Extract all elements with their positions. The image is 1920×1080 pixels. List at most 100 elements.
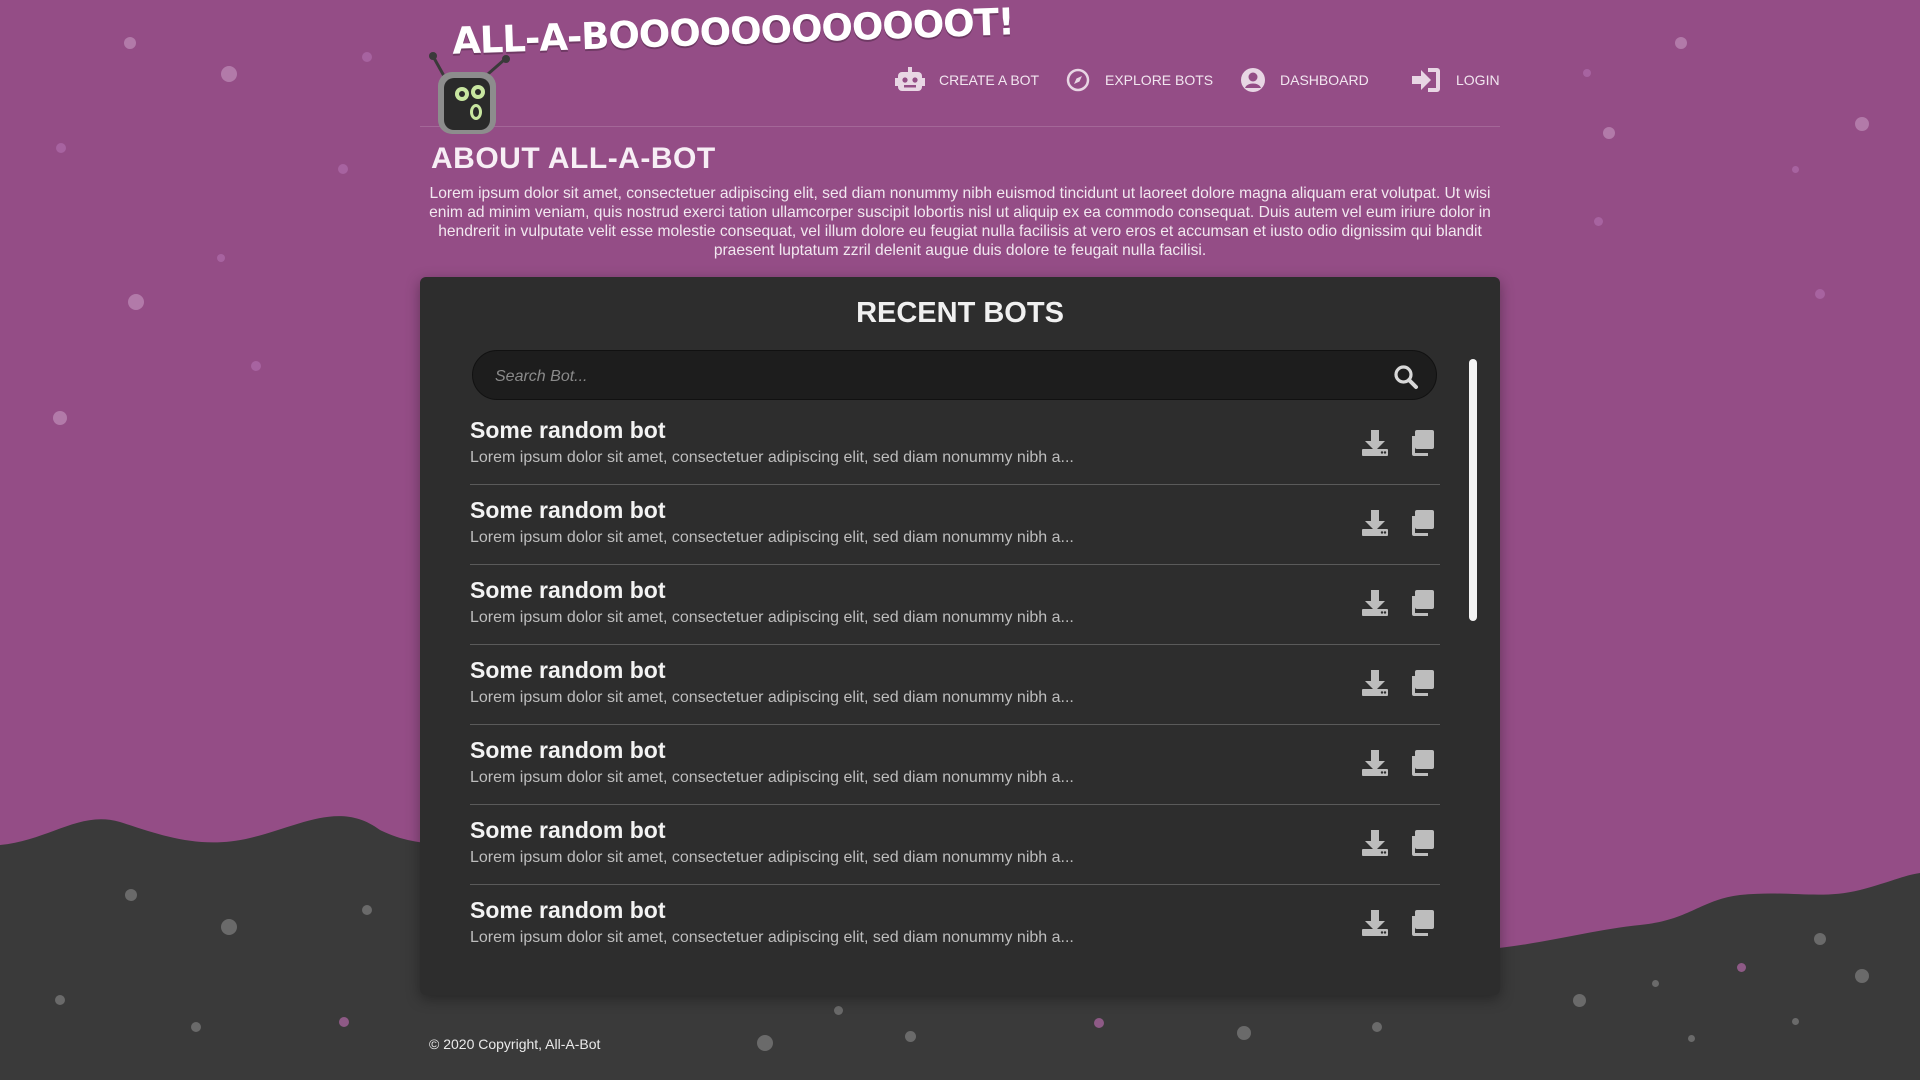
logo[interactable]: ALL-A-BOOOOOOOOOOOOT! xyxy=(420,0,1014,134)
decor-dot xyxy=(1855,117,1869,131)
download-icon xyxy=(1362,510,1388,536)
nav-login[interactable]: LOGIN xyxy=(1410,64,1500,96)
nav-explore-bots-label: EXPLORE BOTS xyxy=(1105,72,1214,88)
nav-explore-bots[interactable]: EXPLORE BOTS xyxy=(1065,64,1213,96)
decor-dot xyxy=(362,52,372,62)
decor-dot xyxy=(124,37,136,49)
decor-dot xyxy=(1573,994,1586,1007)
copy-button[interactable] xyxy=(1406,748,1438,780)
bot-name[interactable]: Some random bot xyxy=(470,817,666,844)
copy-button[interactable] xyxy=(1406,428,1438,460)
copy-button[interactable] xyxy=(1406,668,1438,700)
decor-dot xyxy=(757,1035,773,1051)
download-button[interactable] xyxy=(1360,588,1392,620)
decor-dot xyxy=(905,1031,916,1042)
compass-icon xyxy=(1066,68,1090,92)
copy-icon xyxy=(1412,910,1434,936)
robot-icon xyxy=(895,67,925,91)
bot-name[interactable]: Some random bot xyxy=(470,577,666,604)
bot-description: Lorem ipsum dolor sit amet, consectetuer… xyxy=(470,849,1074,866)
bot-name[interactable]: Some random bot xyxy=(470,497,666,524)
bot-name[interactable]: Some random bot xyxy=(470,737,666,764)
search-input[interactable] xyxy=(493,363,1377,391)
decor-dot xyxy=(1688,1035,1695,1042)
search-icon[interactable] xyxy=(1393,364,1419,390)
bot-list-item[interactable]: Some random bot Lorem ipsum dolor sit ame… xyxy=(470,725,1440,805)
nav-create-bot-label: CREATE A BOT xyxy=(939,72,1040,88)
download-icon xyxy=(1362,670,1388,696)
bot-actions xyxy=(1360,508,1440,540)
recent-bots-title: RECENT BOTS xyxy=(856,297,1064,329)
site-header: ALL-A-BOOOOOOOOOOOOT! CREATE A BOT EXPLO… xyxy=(420,0,1500,134)
bot-actions xyxy=(1360,828,1440,860)
decor-dot xyxy=(1675,37,1687,49)
sign-in-icon xyxy=(1412,68,1440,92)
about-title: ABOUT ALL-A-BOT xyxy=(431,142,716,175)
copy-button[interactable] xyxy=(1406,908,1438,940)
user-circle-icon xyxy=(1241,68,1265,92)
decor-dot xyxy=(1855,969,1869,983)
decor-dot xyxy=(221,66,237,82)
bot-description: Lorem ipsum dolor sit amet, consectetuer… xyxy=(470,529,1074,546)
scrollbar[interactable] xyxy=(1469,359,1477,902)
decor-dot xyxy=(1652,980,1659,987)
download-button[interactable] xyxy=(1360,828,1392,860)
decor-dot xyxy=(1603,127,1615,139)
download-icon xyxy=(1362,750,1388,776)
logo-text: ALL-A-BOOOOOOOOOOOOT! xyxy=(451,0,1015,63)
bot-description: Lorem ipsum dolor sit amet, consectetuer… xyxy=(470,609,1074,626)
bot-list: Some random bot Lorem ipsum dolor sit ame… xyxy=(470,405,1440,964)
decor-dot xyxy=(1792,166,1799,173)
download-icon xyxy=(1362,830,1388,856)
download-button[interactable] xyxy=(1360,668,1392,700)
download-button[interactable] xyxy=(1360,908,1392,940)
bot-description: Lorem ipsum dolor sit amet, consectetuer… xyxy=(470,929,1074,946)
bot-list-item[interactable]: Some random bot Lorem ipsum dolor sit ame… xyxy=(470,885,1440,964)
decor-dot xyxy=(251,361,261,371)
decor-dot xyxy=(834,1006,843,1015)
decor-dot xyxy=(125,889,137,901)
bot-actions xyxy=(1360,428,1440,460)
bot-list-item[interactable]: Some random bot Lorem ipsum dolor sit ame… xyxy=(470,405,1440,485)
decor-dot xyxy=(362,905,372,915)
nav-dashboard[interactable]: DASHBOARD xyxy=(1240,64,1369,96)
bot-list-item[interactable]: Some random bot Lorem ipsum dolor sit ame… xyxy=(470,485,1440,565)
copy-button[interactable] xyxy=(1406,588,1438,620)
bot-name[interactable]: Some random bot xyxy=(470,657,666,684)
download-button[interactable] xyxy=(1360,428,1392,460)
bot-description: Lorem ipsum dolor sit amet, consectetuer… xyxy=(470,449,1074,466)
download-icon xyxy=(1362,430,1388,456)
decor-dot xyxy=(1594,217,1603,226)
bot-actions xyxy=(1360,748,1440,780)
decor-dot xyxy=(1737,963,1746,972)
nav-create-bot[interactable]: CREATE A BOT xyxy=(895,64,1039,96)
copy-button[interactable] xyxy=(1406,508,1438,540)
scrollbar-thumb[interactable] xyxy=(1469,359,1477,621)
robot-mascot-icon xyxy=(429,52,510,134)
copy-icon xyxy=(1412,430,1434,456)
decor-dot xyxy=(56,143,66,153)
decor-dot xyxy=(1583,69,1591,77)
decor-dot xyxy=(191,1022,201,1032)
copy-icon xyxy=(1412,750,1434,776)
bot-actions xyxy=(1360,908,1440,940)
download-button[interactable] xyxy=(1360,508,1392,540)
bot-name[interactable]: Some random bot xyxy=(470,897,666,924)
bot-name[interactable]: Some random bot xyxy=(470,417,666,444)
bot-actions xyxy=(1360,668,1440,700)
decor-dot xyxy=(1094,1018,1104,1028)
footer-copyright: © 2020 Copyright, All-A-Bot xyxy=(429,1036,601,1052)
bot-actions xyxy=(1360,588,1440,620)
bot-list-item[interactable]: Some random bot Lorem ipsum dolor sit ame… xyxy=(470,565,1440,645)
decor-dot xyxy=(339,1017,349,1027)
bot-list-item[interactable]: Some random bot Lorem ipsum dolor sit ame… xyxy=(470,805,1440,885)
bot-description: Lorem ipsum dolor sit amet, consectetuer… xyxy=(470,689,1074,706)
decor-dot xyxy=(1372,1022,1382,1032)
decor-dot xyxy=(221,919,237,935)
decor-dot xyxy=(55,995,65,1005)
copy-button[interactable] xyxy=(1406,828,1438,860)
bot-list-item[interactable]: Some random bot Lorem ipsum dolor sit ame… xyxy=(470,645,1440,725)
decor-dot xyxy=(1815,289,1825,299)
decor-dot xyxy=(53,411,67,425)
download-button[interactable] xyxy=(1360,748,1392,780)
